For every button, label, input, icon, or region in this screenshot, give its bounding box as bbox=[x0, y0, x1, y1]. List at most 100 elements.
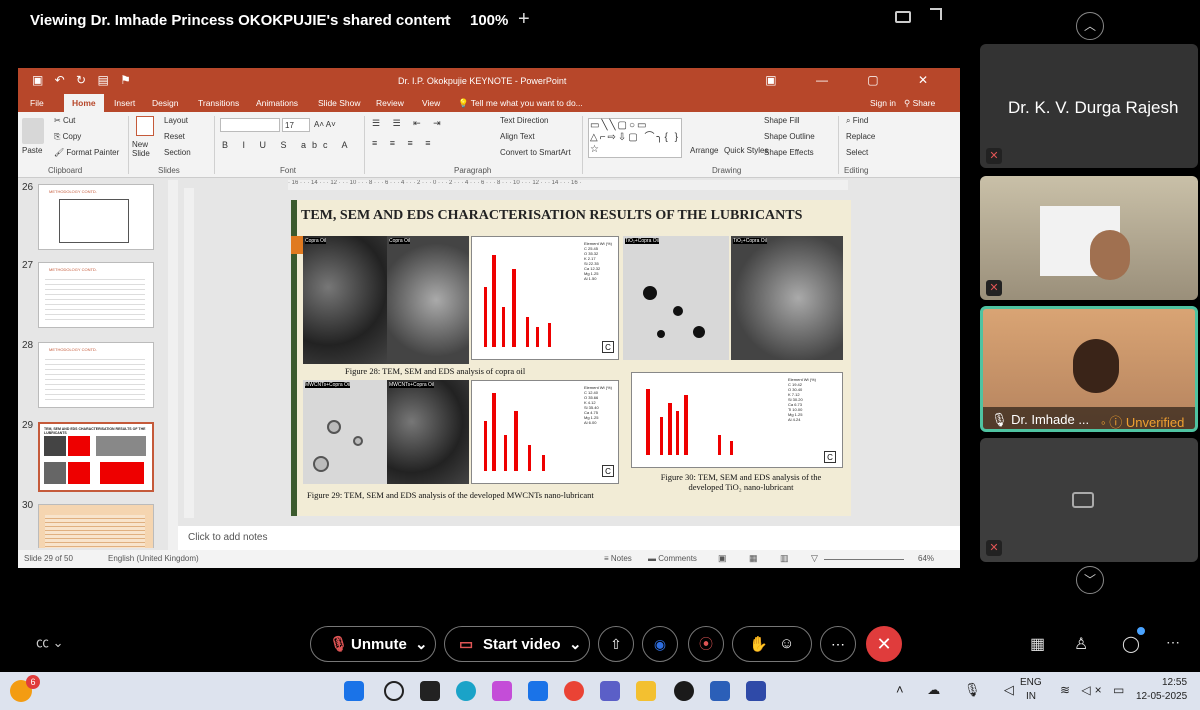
comments-toggle[interactable]: ▬ Comments bbox=[648, 554, 697, 563]
task-view-icon[interactable] bbox=[420, 681, 440, 701]
share-button[interactable]: ⚲ Share bbox=[904, 98, 935, 109]
zoom-out-button[interactable]: − bbox=[440, 8, 452, 31]
copilot-app-icon[interactable] bbox=[492, 681, 512, 701]
system-status-icons[interactable]: ≋ ◁× ▭ bbox=[1060, 683, 1128, 697]
raise-hand-icon[interactable]: ✋ bbox=[749, 635, 768, 653]
font-format-buttons[interactable]: B I U S abc A bbox=[222, 140, 354, 150]
new-slide-label[interactable]: New Slide bbox=[132, 140, 162, 158]
more-icon[interactable]: ⋯ bbox=[1166, 634, 1180, 651]
shape-outline-button[interactable]: Shape Outline bbox=[764, 132, 815, 141]
paste-icon[interactable] bbox=[22, 118, 44, 144]
shapes-gallery[interactable]: ▭╲╲▢○▭ △⌐⇨⇩▢ ⌒╮{ }☆ bbox=[588, 118, 682, 158]
slide-thumbnails[interactable]: 26 METHODOLOGY CONTD. 27 METHODOLOGY CON… bbox=[18, 180, 168, 548]
shape-fill-button[interactable]: Shape Fill bbox=[764, 116, 800, 125]
sign-in-link[interactable]: Sign in bbox=[870, 98, 896, 108]
end-call-button[interactable]: ✕ bbox=[866, 626, 902, 662]
tab-insert[interactable]: Insert bbox=[114, 98, 135, 108]
slide-canvas[interactable]: TEM, SEM AND EDS CHARACTERISATION RESULT… bbox=[291, 200, 851, 516]
thumbnails-scrollbar[interactable] bbox=[168, 180, 178, 550]
tray-icons[interactable]: ˄ ☁ 🎙 ◁ bbox=[896, 682, 1024, 698]
participant-tile-4[interactable]: ✕ bbox=[980, 438, 1198, 562]
search-icon[interactable] bbox=[384, 681, 404, 701]
notes-pane[interactable]: Click to add notes bbox=[178, 526, 960, 550]
convert-smartart-button[interactable]: Convert to SmartArt bbox=[500, 148, 571, 157]
find-button[interactable]: ⌕ Find bbox=[846, 116, 868, 126]
participant-tile-1[interactable]: Dr. K. V. Durga Rajesh ✕ bbox=[980, 44, 1198, 168]
reactions-group[interactable]: ✋ ☺ bbox=[732, 626, 812, 662]
font-size-box[interactable]: 17 bbox=[282, 118, 310, 132]
popout-icon[interactable] bbox=[895, 11, 911, 23]
thumb-slide-30[interactable] bbox=[38, 504, 154, 548]
quick-access-toolbar[interactable]: ▣ ↶ ↻ ▤ ⚑ bbox=[32, 73, 135, 87]
chevron-down-icon[interactable]: ⌄ bbox=[415, 635, 428, 653]
share-screen-button[interactable]: ⇧ bbox=[598, 626, 634, 662]
apps-icon[interactable]: ▦ bbox=[1030, 634, 1045, 654]
font-name-box[interactable] bbox=[220, 118, 280, 132]
participant-tile-2[interactable]: ✕ bbox=[980, 176, 1198, 300]
captions-button[interactable]: ㏄ ⌄ bbox=[36, 632, 64, 651]
record-button[interactable]: ⦿ bbox=[688, 626, 724, 662]
chrome-icon[interactable] bbox=[564, 681, 584, 701]
scroll-down-button[interactable]: ﹀ bbox=[1076, 566, 1104, 594]
store-icon[interactable] bbox=[528, 681, 548, 701]
clock-time[interactable]: 12:55 bbox=[1162, 677, 1187, 688]
layout-button[interactable]: Layout bbox=[164, 116, 188, 125]
tell-me-box[interactable]: 💡 Tell me what you want to do... bbox=[458, 98, 583, 109]
paste-label[interactable]: Paste bbox=[22, 146, 42, 155]
more-options-button[interactable]: ⋯ bbox=[820, 626, 856, 662]
tab-file[interactable]: File bbox=[30, 98, 44, 108]
font-grow-shrink-buttons[interactable]: A˄ A˅ bbox=[314, 120, 336, 129]
scroll-up-button[interactable]: ︿ bbox=[1076, 12, 1104, 40]
window-controls[interactable]: ▣ — ▢ ✕ bbox=[765, 73, 946, 87]
webex-icon[interactable] bbox=[746, 681, 766, 701]
language-indicator[interactable]: English (United Kingdom) bbox=[108, 554, 199, 563]
zoom-percent[interactable]: 64% bbox=[918, 554, 934, 563]
quick-styles-button[interactable]: Quick Styles bbox=[724, 146, 768, 155]
replace-button[interactable]: Replace bbox=[846, 132, 875, 141]
align-text-button[interactable]: Align Text bbox=[500, 132, 535, 141]
view-buttons[interactable]: ▣ ▦ ▥ ▽ bbox=[718, 553, 828, 564]
reaction-icon[interactable]: ☺ bbox=[779, 635, 794, 652]
tab-view[interactable]: View bbox=[422, 98, 440, 108]
chevron-down-icon[interactable]: ⌄ bbox=[569, 635, 582, 653]
tab-transitions[interactable]: Transitions bbox=[198, 98, 239, 108]
word-icon[interactable] bbox=[710, 681, 730, 701]
zoom-slider[interactable] bbox=[824, 559, 904, 560]
file-explorer-icon[interactable] bbox=[636, 681, 656, 701]
select-button[interactable]: Select bbox=[846, 148, 868, 157]
format-painter-button[interactable]: 🖌 Format Painter bbox=[54, 148, 119, 157]
arrange-button[interactable]: Arrange bbox=[690, 146, 718, 155]
unmute-button[interactable]: 🎙 Unmute ⌄ bbox=[310, 626, 436, 662]
thumb-slide-27[interactable]: METHODOLOGY CONTD. bbox=[38, 262, 154, 328]
chat-icon[interactable]: ◯ bbox=[1122, 634, 1140, 654]
text-direction-button[interactable]: Text Direction bbox=[500, 116, 548, 125]
tab-review[interactable]: Review bbox=[376, 98, 404, 108]
shape-effects-button[interactable]: Shape Effects bbox=[764, 148, 814, 157]
tab-home[interactable]: Home bbox=[64, 94, 104, 112]
clock-date[interactable]: 12-05-2025 bbox=[1136, 691, 1187, 702]
new-slide-icon[interactable] bbox=[136, 116, 154, 136]
section-button[interactable]: Section bbox=[164, 148, 191, 157]
tab-slide-show[interactable]: Slide Show bbox=[318, 98, 361, 108]
dell-icon[interactable] bbox=[674, 681, 694, 701]
thumb-slide-29[interactable]: TEM, SEM AND EDS CHARACTERISATION RESULT… bbox=[38, 422, 154, 492]
copilot-icon[interactable]: ◉ bbox=[642, 626, 678, 662]
unverified-badge[interactable]: ◦ ⓘ Unverified bbox=[1101, 412, 1184, 429]
start-video-button[interactable]: ▭ Start video ⌄ bbox=[444, 626, 590, 662]
list-buttons[interactable]: ☰ ☰ ⇤ ⇥ bbox=[372, 118, 446, 129]
lang-top[interactable]: ENG bbox=[1020, 677, 1042, 688]
participants-icon[interactable]: ♙ bbox=[1074, 634, 1088, 654]
zoom-in-button[interactable]: + bbox=[518, 8, 530, 31]
thumb-slide-26[interactable]: METHODOLOGY CONTD. bbox=[38, 184, 154, 250]
edge-icon[interactable] bbox=[456, 681, 476, 701]
lang-bottom[interactable]: IN bbox=[1026, 691, 1036, 702]
tab-animations[interactable]: Animations bbox=[256, 98, 298, 108]
notes-toggle[interactable]: ≡ Notes bbox=[604, 554, 632, 563]
cut-button[interactable]: ✂ Cut bbox=[54, 116, 75, 125]
thumb-slide-28[interactable]: METHODOLOGY CONTD. bbox=[38, 342, 154, 408]
start-icon[interactable] bbox=[344, 681, 364, 701]
reset-button[interactable]: Reset bbox=[164, 132, 185, 141]
teams-icon[interactable] bbox=[600, 681, 620, 701]
participant-tile-3-active[interactable]: 🎙 Dr. Imhade ... ◦ ⓘ Unverified bbox=[980, 306, 1198, 432]
fullscreen-icon[interactable] bbox=[930, 8, 942, 20]
